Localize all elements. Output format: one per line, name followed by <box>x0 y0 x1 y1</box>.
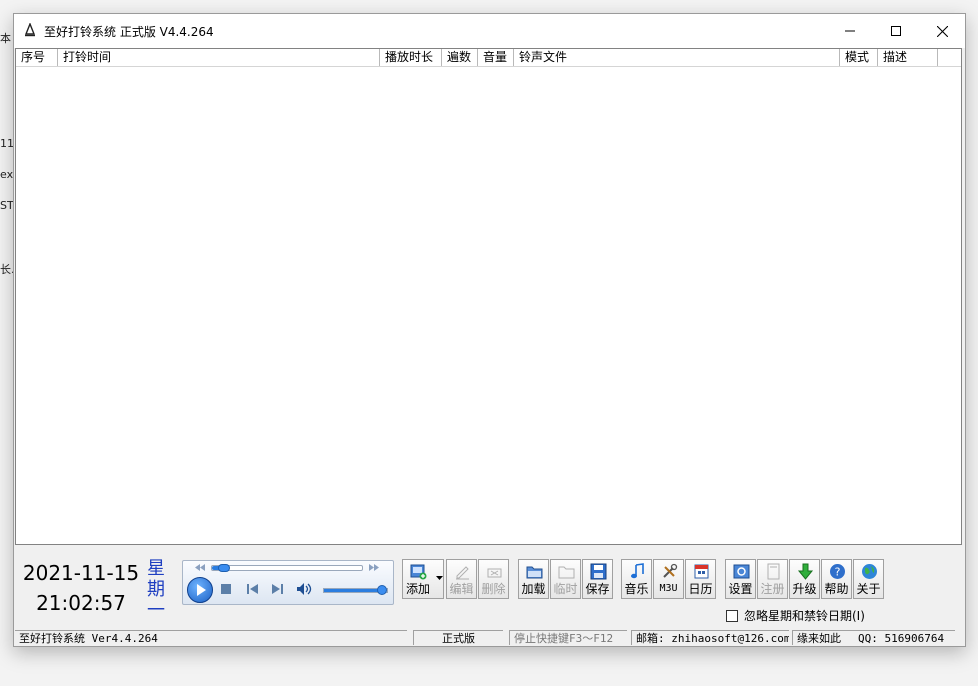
edit-label: 编辑 <box>449 582 474 596</box>
weekday-display: 星 期 一 <box>142 558 170 621</box>
main-window: 至好打铃系统 正式版 V4.4.264 序号 打铃时间 播放时长 遍数 音量 铃… <box>13 13 966 647</box>
add-icon <box>410 564 427 580</box>
checkbox-box[interactable] <box>726 609 738 622</box>
stop-icon[interactable] <box>221 584 231 594</box>
play-icon <box>197 584 206 596</box>
m3u-button[interactable]: M3U <box>653 559 684 599</box>
weekday-char: 期 <box>147 579 165 600</box>
status-slogan: 缘来如此 <box>792 630 854 645</box>
rewind-small-icon <box>195 564 205 571</box>
music-note-icon <box>631 563 644 579</box>
media-player <box>182 560 394 605</box>
save-button[interactable]: 保存 <box>582 559 613 599</box>
settings-button[interactable]: 设置 <box>725 559 756 599</box>
forward-small-icon <box>369 564 379 571</box>
edit-button[interactable]: 编辑 <box>446 559 477 599</box>
column-header-volume[interactable]: 音量 <box>478 49 514 66</box>
table-header: 序号 打铃时间 播放时长 遍数 音量 铃声文件 模式 描述 <box>16 49 961 67</box>
play-button[interactable] <box>187 577 213 603</box>
about-button[interactable]: 关于 <box>853 559 884 599</box>
upgrade-label: 升级 <box>792 582 817 596</box>
minimize-icon <box>845 30 855 32</box>
minimize-button[interactable] <box>827 14 873 48</box>
column-header-time[interactable]: 打铃时间 <box>58 49 380 66</box>
about-label: 关于 <box>856 582 881 596</box>
close-button[interactable] <box>919 14 965 48</box>
background-text: 11 <box>0 137 14 150</box>
tools-icon <box>663 563 678 578</box>
delete-icon <box>487 568 502 578</box>
column-header-duration[interactable]: 播放时长 <box>380 49 442 66</box>
music-button[interactable]: 音乐 <box>621 559 652 599</box>
save-label: 保存 <box>585 582 610 596</box>
column-header-sound-file[interactable]: 铃声文件 <box>514 49 840 66</box>
maximize-icon <box>891 26 901 36</box>
weekday-char: 星 <box>147 558 165 579</box>
weekday-char: 一 <box>147 600 165 621</box>
help-button[interactable]: ? 帮助 <box>821 559 852 599</box>
volume-level <box>324 589 382 592</box>
seek-bar[interactable] <box>211 564 363 572</box>
volume-slider[interactable] <box>323 585 388 595</box>
column-header-mode[interactable]: 模式 <box>840 49 878 66</box>
previous-icon[interactable] <box>247 584 258 594</box>
register-label: 注册 <box>760 582 785 596</box>
folder-icon <box>526 566 543 579</box>
calendar-button[interactable]: 日历 <box>685 559 716 599</box>
calendar-label: 日历 <box>688 582 713 596</box>
calendar-icon <box>694 564 709 579</box>
title-bar[interactable]: 至好打铃系统 正式版 V4.4.264 <box>14 14 965 48</box>
ignore-weekday-label: 忽略星期和禁铃日期(I) <box>744 609 865 623</box>
column-header-repeat[interactable]: 遍数 <box>442 49 478 66</box>
status-app-version: 至好打铃系统 Ver4.4.264 <box>15 630 407 645</box>
status-hotkey: 停止快捷键F3～F12 <box>509 630 627 645</box>
help-label: 帮助 <box>824 582 849 596</box>
chevron-down-icon[interactable] <box>436 576 443 581</box>
delete-button[interactable]: 删除 <box>478 559 509 599</box>
speaker-icon[interactable] <box>297 583 313 595</box>
temp-label: 临时 <box>553 582 578 596</box>
bell-icon <box>24 23 36 37</box>
help-icon: ? <box>830 564 845 579</box>
arrow-down-icon <box>797 563 814 580</box>
background-text: 本 <box>0 32 11 45</box>
register-icon <box>767 563 780 580</box>
m3u-label: M3U <box>659 583 678 594</box>
close-icon <box>936 25 948 37</box>
temp-button[interactable]: 临时 <box>550 559 581 599</box>
save-icon <box>590 563 607 580</box>
settings-icon <box>733 564 750 579</box>
window-title: 至好打铃系统 正式版 V4.4.264 <box>44 25 214 39</box>
svg-text:?: ? <box>835 566 841 579</box>
temp-folder-icon <box>558 566 575 579</box>
date-text: 2021-11-15 <box>22 561 140 585</box>
volume-thumb[interactable] <box>377 585 387 595</box>
status-bar: 至好打铃系统 Ver4.4.264 正式版 停止快捷键F3～F12 邮箱: zh… <box>15 630 960 645</box>
globe-icon <box>862 564 877 579</box>
maximize-button[interactable] <box>873 14 919 48</box>
column-header-index[interactable]: 序号 <box>16 49 58 66</box>
add-label: 添加 <box>405 582 430 596</box>
clock-display: 2021-11-15 21:02:57 <box>22 558 140 618</box>
schedule-list[interactable]: 序号 打铃时间 播放时长 遍数 音量 铃声文件 模式 描述 <box>15 48 962 545</box>
seek-thumb[interactable] <box>218 564 230 572</box>
settings-label: 设置 <box>728 582 753 596</box>
upgrade-button[interactable]: 升级 <box>789 559 820 599</box>
load-label: 加载 <box>521 582 546 596</box>
next-icon[interactable] <box>272 584 283 594</box>
edit-icon <box>456 566 469 580</box>
add-button[interactable]: 添加 <box>402 559 444 599</box>
column-header-description[interactable]: 描述 <box>878 49 938 66</box>
status-email: 邮箱: zhihaosoft@126.com <box>631 630 789 645</box>
status-qq: QQ: 516906764 <box>854 630 955 645</box>
ignore-weekday-checkbox[interactable]: 忽略星期和禁铃日期(I) <box>726 607 865 624</box>
time-text: 21:02:57 <box>36 591 126 615</box>
status-edition: 正式版 <box>413 630 503 645</box>
background-text: ex <box>0 168 14 181</box>
delete-label: 删除 <box>481 582 506 596</box>
register-button[interactable]: 注册 <box>757 559 788 599</box>
load-button[interactable]: 加载 <box>518 559 549 599</box>
music-label: 音乐 <box>624 582 649 596</box>
column-header-filler <box>938 49 961 66</box>
